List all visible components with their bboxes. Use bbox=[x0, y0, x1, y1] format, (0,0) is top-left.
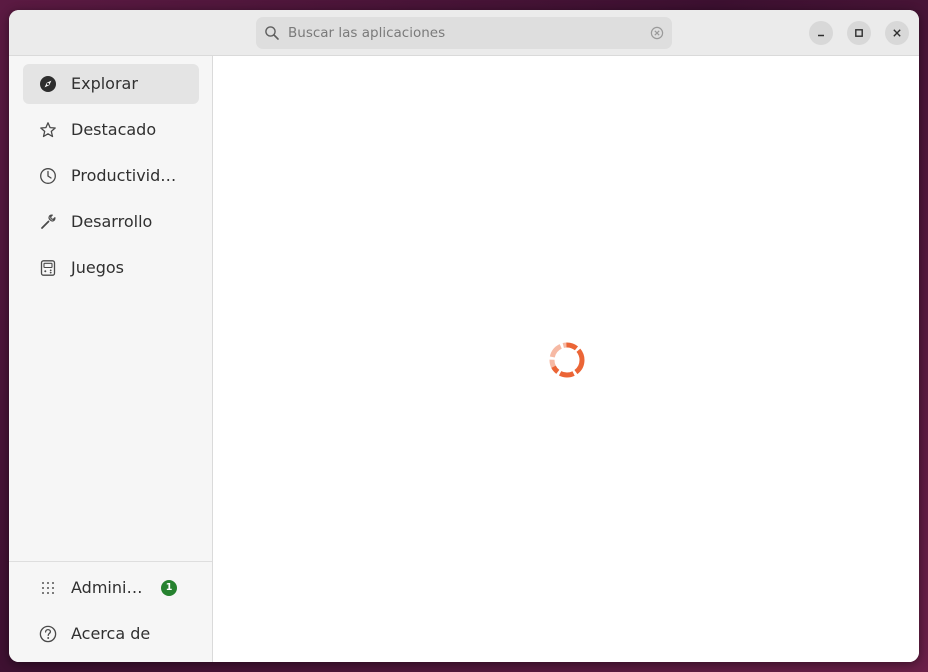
sidebar-item-label: Explorar bbox=[71, 74, 138, 93]
clock-icon bbox=[40, 168, 56, 184]
maximize-button[interactable] bbox=[847, 21, 871, 45]
sidebar-item-label: Desarrollo bbox=[71, 212, 153, 231]
sidebar-item-label: Productivid… bbox=[71, 166, 177, 185]
sidebar-item-productividad[interactable]: Productivid… bbox=[23, 156, 199, 196]
updates-count-badge: 1 bbox=[161, 580, 177, 596]
minimize-button[interactable] bbox=[809, 21, 833, 45]
sidebar-item-juegos[interactable]: Juegos bbox=[23, 248, 199, 288]
wrench-icon bbox=[41, 214, 56, 229]
compass-icon bbox=[40, 76, 56, 92]
clear-search-icon[interactable] bbox=[650, 26, 664, 40]
app-window: Explorar Destacado Productivid… Desarrol… bbox=[9, 10, 919, 662]
sidebar-item-acerca-de[interactable]: Acerca de bbox=[23, 614, 199, 654]
main-content bbox=[213, 56, 919, 662]
help-icon bbox=[39, 625, 57, 643]
game-icon bbox=[40, 260, 56, 276]
grid-dots-icon bbox=[41, 581, 55, 595]
sidebar-item-label: Admini… bbox=[71, 578, 143, 597]
sidebar-divider bbox=[9, 561, 212, 562]
minimize-icon bbox=[818, 34, 824, 37]
star-icon bbox=[40, 122, 56, 138]
sidebar-item-label: Destacado bbox=[71, 120, 157, 139]
search-input[interactable] bbox=[288, 17, 638, 49]
sidebar-item-explorar[interactable]: Explorar bbox=[23, 64, 199, 104]
header-bar bbox=[9, 10, 919, 56]
sidebar-item-administrador[interactable]: Admini… 1 bbox=[23, 568, 199, 608]
sidebar-item-destacado[interactable]: Destacado bbox=[23, 110, 199, 150]
close-icon bbox=[893, 29, 901, 37]
sidebar: Explorar Destacado Productivid… Desarrol… bbox=[9, 56, 213, 662]
loading-spinner-icon bbox=[549, 342, 585, 378]
sidebar-item-label: Acerca de bbox=[71, 624, 151, 643]
sidebar-item-desarrollo[interactable]: Desarrollo bbox=[23, 202, 199, 242]
maximize-icon bbox=[855, 29, 863, 37]
search-icon bbox=[265, 26, 279, 40]
close-button[interactable] bbox=[885, 21, 909, 45]
search-entry[interactable] bbox=[256, 17, 672, 49]
sidebar-item-label: Juegos bbox=[71, 258, 124, 277]
